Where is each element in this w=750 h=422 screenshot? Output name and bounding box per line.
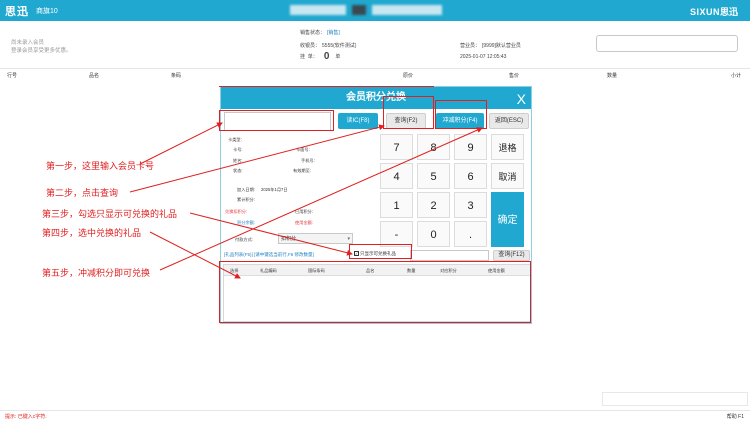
use-amount-label: 使用金额: <box>295 220 313 225</box>
key-cancel[interactable]: 取消 <box>491 163 524 189</box>
valid-until-label: 有效期至: <box>293 168 311 173</box>
column-header: 售价 <box>509 73 520 79</box>
pending-orders: 挂 单： 0 单 <box>300 51 341 62</box>
column-header: 原价 <box>403 73 414 79</box>
status-label: 状态: <box>233 168 243 173</box>
footer-divider <box>0 410 750 411</box>
pay-method-select[interactable]: 扣积分 ▾ <box>278 233 353 244</box>
redeem-points-label: 兑换扣积分: <box>225 209 248 214</box>
step2-annotation: 第二步，点击查询 <box>46 188 119 198</box>
help-link[interactable]: 帮助 F1 <box>727 413 744 420</box>
gift-query-button[interactable]: 查询(F12) <box>493 250 530 261</box>
key-dot[interactable]: . <box>454 221 487 247</box>
item-table-header: 行号 品名 条码 原价 售价 数量 小计 <box>0 68 750 79</box>
brand-logo: SIXUN思迅 <box>689 7 738 17</box>
column-header: 数量 <box>607 73 618 79</box>
card-no-label: 卡号: <box>233 147 243 152</box>
column-header: 条码 <box>171 73 182 79</box>
phone-label: 手机号: <box>301 158 315 163</box>
join-date-value: 2025年1月7日 <box>261 187 288 192</box>
highlight-card-input <box>219 110 334 131</box>
store-name: 商旗10 <box>36 8 58 15</box>
sales-person: 营业员： [9999]默认营业员 <box>460 43 521 49</box>
card-type-label: 卡类型: <box>228 137 242 142</box>
key-7[interactable]: 7 <box>380 134 413 160</box>
column-header: 品名 <box>89 73 100 79</box>
step5-annotation: 第五步，冲减积分即可兑换 <box>42 268 151 278</box>
key-backspace[interactable]: 退格 <box>491 134 524 160</box>
step1-annotation: 第一步，这里输入会员卡号 <box>46 161 155 171</box>
name-label: 姓名: <box>233 158 243 163</box>
points-balance-label: 积分余额: <box>237 220 255 225</box>
face-no-label: 卡面号: <box>296 147 310 152</box>
confirm-button[interactable]: 确定 <box>491 192 524 247</box>
highlight-title <box>219 86 434 96</box>
blurred-region <box>352 5 366 15</box>
step4-annotation: 第四步，选中兑换的礼品 <box>42 228 142 238</box>
key-1[interactable]: 1 <box>380 192 413 218</box>
column-header: 小计 <box>731 73 742 79</box>
member-notice-line2: 登录会员享受更多优惠。 <box>11 48 72 54</box>
read-ic-button[interactable]: 读IC(F8) <box>338 113 378 129</box>
arrow-step1 <box>139 122 223 165</box>
blurred-region <box>290 5 346 15</box>
search-input[interactable] <box>596 35 738 52</box>
highlight-deduct-button <box>435 100 487 129</box>
key-6[interactable]: 6 <box>454 163 487 189</box>
datetime: 2025-01-07 12:05:43 <box>460 54 507 60</box>
gift-search-input[interactable] <box>410 250 489 261</box>
close-icon[interactable]: X <box>517 88 526 110</box>
highlight-gift-table <box>219 261 531 323</box>
pay-method-label: 付款方式: <box>235 237 253 242</box>
join-date-label: 加入日期: <box>237 187 255 192</box>
blurred-region <box>372 5 442 15</box>
key-2[interactable]: 2 <box>417 192 450 218</box>
used-points-label: 已用积分: <box>295 209 313 214</box>
key-8[interactable]: 8 <box>417 134 450 160</box>
key-0[interactable]: 0 <box>417 221 450 247</box>
key-3[interactable]: 3 <box>454 192 487 218</box>
member-notice-line1: 尚未录入会员 <box>11 40 45 46</box>
accum-points-label: 累计积分: <box>237 197 255 202</box>
step3-annotation: 第三步，勾选只显示可兑换的礼品 <box>42 209 178 219</box>
top-bar: 思迅 商旗10 SIXUN思迅 <box>0 0 750 21</box>
back-button[interactable]: 返回(ESC) <box>489 113 529 129</box>
summary-panel <box>602 392 748 406</box>
chevron-down-icon: ▾ <box>347 236 350 242</box>
status-hint: 提示: 已键入c字符. <box>5 414 47 420</box>
highlight-checkbox <box>349 244 412 259</box>
app-logo: 思迅 <box>5 6 29 18</box>
highlight-query-button <box>383 96 434 129</box>
cashier: 收银员： 5555(软件测试) <box>300 43 357 49</box>
gift-list-label: [礼品列表(F5)] [请中键选当前行,F6 修改数量] <box>224 252 314 257</box>
sales-status: 销售状态： [销售] <box>300 30 340 36</box>
key-4[interactable]: 4 <box>380 163 413 189</box>
key-5[interactable]: 5 <box>417 163 450 189</box>
column-header: 行号 <box>7 73 18 79</box>
key-9[interactable]: 9 <box>454 134 487 160</box>
